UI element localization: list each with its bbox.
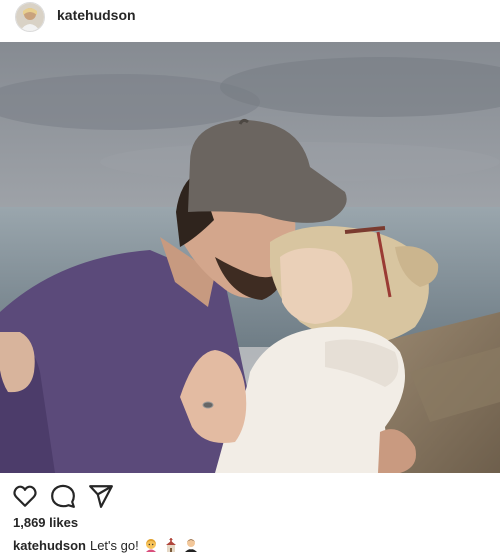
likes-count[interactable]: 1,869 likes [13, 515, 78, 530]
caption-text: Let's go! [89, 538, 139, 553]
post-caption: katehudson Let's go! [13, 538, 198, 553]
woman-emoji [146, 539, 157, 552]
paper-plane-icon[interactable] [88, 483, 114, 509]
avatar-image [16, 3, 44, 31]
couple-kissing-photo [0, 42, 500, 473]
comment-icon[interactable] [50, 483, 76, 509]
church-emoji [165, 538, 176, 552]
avatar[interactable] [15, 2, 45, 32]
post-actions [0, 481, 500, 511]
man-in-tuxedo-emoji [184, 539, 197, 552]
post-header: katehudson [0, 0, 500, 42]
heart-icon[interactable] [12, 483, 38, 509]
post-username[interactable]: katehudson [57, 7, 136, 23]
post-photo[interactable] [0, 42, 500, 473]
caption-username[interactable]: katehudson [13, 538, 86, 553]
